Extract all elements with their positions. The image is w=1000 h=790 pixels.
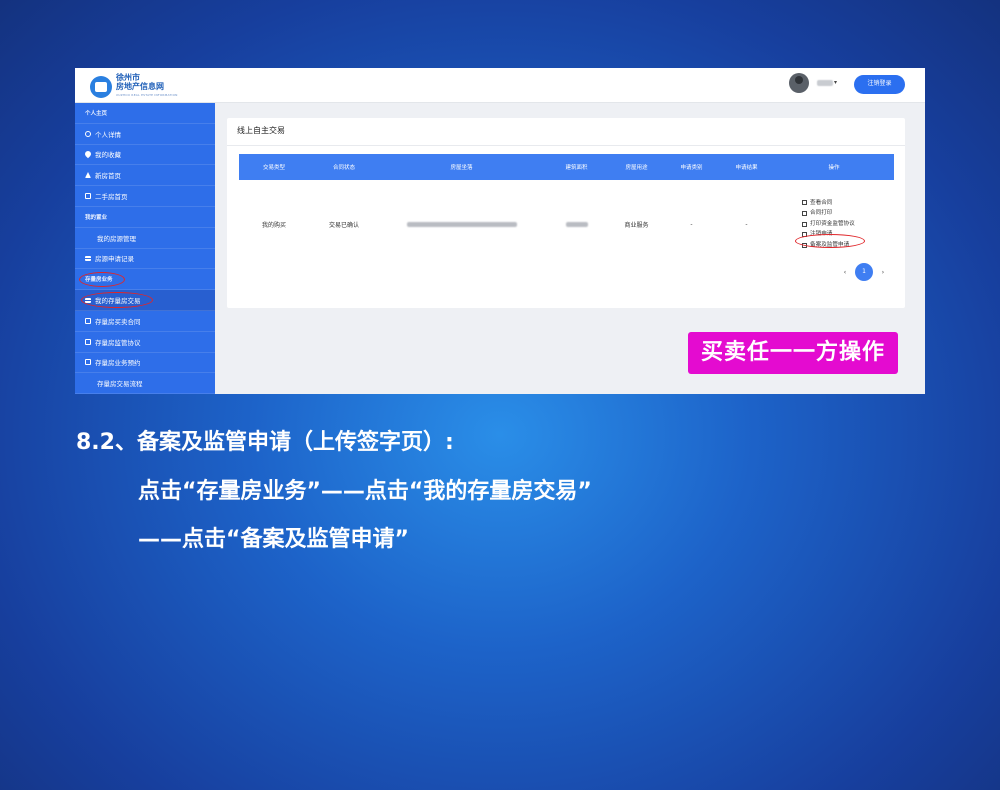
trash-icon <box>802 232 807 238</box>
sidebar-item-trade-process[interactable]: 存量房交易流程 <box>75 373 215 394</box>
logo-city: 徐州市 <box>116 73 140 82</box>
col-area: 建筑面积 <box>565 165 588 171</box>
col-apply-result: 申请结果 <box>735 165 758 171</box>
sidebar-item-new-homes[interactable]: 新房首页 <box>75 165 215 187</box>
top-bar: 徐州市 房地产信息网 XUZHOU REAL ESTATE INFORMATIO… <box>75 68 925 103</box>
logo-site-name: 房地产信息网 <box>116 82 164 91</box>
col-apply-type: 申请类别 <box>680 165 703 171</box>
sidebar-item-profile[interactable]: 个人详情 <box>75 124 215 145</box>
cell-operations: 查看合同 合同打印 打印资金监管协议 注销申请 备案及监管申请 <box>774 198 894 251</box>
col-usage: 房屋用途 <box>625 165 648 171</box>
home-icon <box>85 172 91 179</box>
printer-icon <box>802 221 807 227</box>
doc-icon <box>85 193 91 200</box>
printer-icon <box>802 210 807 216</box>
col-trade-type: 交易类型 <box>262 165 285 171</box>
cell-usage: 商业服务 <box>624 221 649 229</box>
cell-contract-status: 交易已确认 <box>328 221 359 229</box>
pager-next-button[interactable]: › <box>877 269 889 276</box>
view-contract-link[interactable]: 查看合同 <box>802 198 832 209</box>
logout-button[interactable]: 注销登录 <box>854 75 905 94</box>
sidebar: 个人主页 个人详情 我的收藏 新房首页 二手房首页 我的置业 我的房源管理 房源… <box>75 103 215 394</box>
sidebar-item-second-hand[interactable]: 二手房首页 <box>75 186 215 207</box>
step-line-2: 点击“存量房业务”——点击“我的存量房交易” <box>138 479 592 504</box>
upload-icon <box>802 242 807 248</box>
list-icon <box>85 255 91 261</box>
pager-page-1[interactable]: 1 <box>855 263 873 281</box>
sidebar-section-property: 我的置业 <box>75 207 215 228</box>
doc-icon <box>85 338 91 345</box>
page-title: 线上自主交易 <box>237 126 285 135</box>
filing-application-link[interactable]: 备案及监管申请 <box>802 240 849 251</box>
sidebar-item-favorites[interactable]: 我的收藏 <box>75 145 215 166</box>
person-icon <box>85 130 91 137</box>
title-divider <box>227 145 905 146</box>
logo-house-icon <box>90 75 112 98</box>
print-contract-link[interactable]: 合同打印 <box>802 208 832 219</box>
pager-prev-button[interactable]: ‹ <box>839 269 851 276</box>
chevron-down-icon[interactable]: ▾ <box>834 79 837 86</box>
print-escrow-link[interactable]: 打印资金监管协议 <box>802 219 855 230</box>
doc-icon <box>802 200 807 206</box>
sidebar-item-listing-records[interactable]: 房源申请记录 <box>75 249 215 270</box>
user-name-blurred[interactable] <box>817 80 833 86</box>
cell-apply-type: - <box>690 220 693 228</box>
col-operations: 操作 <box>828 165 840 171</box>
cell-apply-result: - <box>745 220 748 228</box>
list-icon <box>85 297 91 303</box>
doc-icon <box>85 317 91 324</box>
sidebar-section-stock-housing[interactable]: 存量房业务 <box>75 269 215 291</box>
sidebar-section-personal: 个人主页 <box>75 103 215 124</box>
site-logo[interactable]: 徐州市 房地产信息网 XUZHOU REAL ESTATE INFORMATIO… <box>90 73 178 100</box>
col-address: 房屋坐落 <box>450 165 473 171</box>
operator-banner: 买卖任一一方操作 <box>688 332 898 374</box>
logo-subtitle: XUZHOU REAL ESTATE INFORMATION <box>116 93 178 97</box>
col-contract-status: 合同状态 <box>332 165 355 171</box>
pagination: ‹ 1 › <box>839 263 889 281</box>
cell-address-blurred <box>379 221 544 228</box>
step-heading: 8.2、备案及监管申请（上传签字页）: <box>76 430 454 455</box>
cancel-application-link[interactable]: 注销申请 <box>802 229 832 240</box>
content-panel: 线上自主交易 交易类型 合同状态 房屋坐落 建筑面积 房屋用途 申请类别 申请结… <box>227 118 905 308</box>
doc-icon <box>85 359 91 366</box>
app-screenshot: 徐州市 房地产信息网 XUZHOU REAL ESTATE INFORMATIO… <box>75 68 925 394</box>
step-line-3: ——点击“备案及监管申请” <box>138 527 409 552</box>
sidebar-item-sale-contract[interactable]: 存量房买卖合同 <box>75 311 215 332</box>
table-row: 我的购买 交易已确认 商业服务 - - 查看合同 合同打印 打印资金监管协议 注… <box>239 194 894 254</box>
sidebar-item-appointment[interactable]: 存量房业务预约 <box>75 353 215 374</box>
sidebar-item-my-stock-trade[interactable]: 我的存量房交易 <box>75 290 215 311</box>
sidebar-item-escrow-agreement[interactable]: 存量房监管协议 <box>75 332 215 353</box>
cell-trade-type: 我的购买 <box>261 221 286 229</box>
cell-area-blurred <box>544 221 609 228</box>
user-avatar[interactable] <box>789 73 809 93</box>
heart-icon <box>83 150 93 159</box>
sidebar-item-listing-manage[interactable]: 我的房源管理 <box>75 228 215 249</box>
table-header: 交易类型 合同状态 房屋坐落 建筑面积 房屋用途 申请类别 申请结果 操作 <box>239 154 894 180</box>
